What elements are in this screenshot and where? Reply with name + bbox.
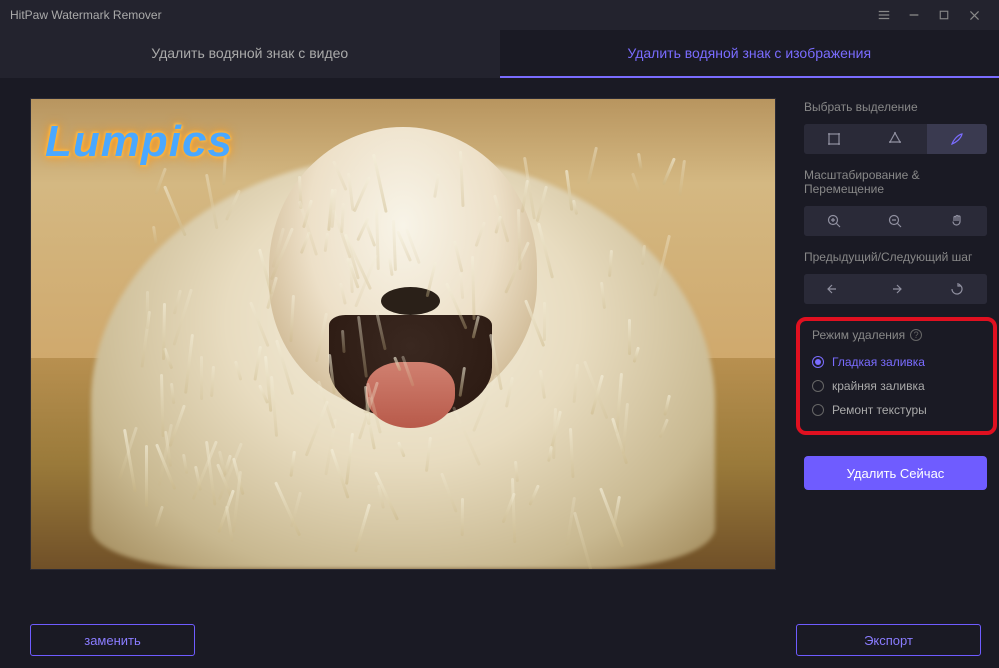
mode-option-texture[interactable]: Ремонт текстуры: [812, 398, 979, 422]
menu-icon[interactable]: [869, 0, 899, 30]
loaded-image: [31, 99, 775, 569]
radio-icon: [812, 380, 824, 392]
sidebar: Выбрать выделение Масштабирование & Пере…: [794, 78, 999, 618]
rect-select-icon[interactable]: [804, 124, 864, 154]
reset-icon[interactable]: [927, 274, 987, 304]
titlebar: HitPaw Watermark Remover: [0, 0, 999, 30]
selection-tools: [804, 124, 987, 154]
mode-title-text: Режим удаления: [812, 328, 905, 342]
radio-icon: [812, 404, 824, 416]
mode-option-label: Ремонт текстуры: [832, 403, 927, 417]
zoom-in-icon[interactable]: [804, 206, 864, 236]
mode-title: Режим удаления ?: [812, 328, 979, 342]
undo-icon[interactable]: [804, 274, 864, 304]
brush-select-icon[interactable]: [927, 124, 987, 154]
mode-option-label: Гладкая заливка: [832, 355, 925, 369]
removal-mode-section: Режим удаления ? Гладкая заливка крайняя…: [804, 320, 987, 432]
main-tabs: Удалить водяной знак с видео Удалить вод…: [0, 30, 999, 78]
redo-icon[interactable]: [865, 274, 925, 304]
lasso-select-icon[interactable]: [865, 124, 925, 154]
zoom-out-icon[interactable]: [865, 206, 925, 236]
footer: заменить Экспорт: [0, 618, 999, 662]
close-icon[interactable]: [959, 0, 989, 30]
zoom-label: Масштабирование & Перемещение: [804, 168, 987, 196]
radio-icon: [812, 356, 824, 368]
history-label: Предыдущий/Следующий шаг: [804, 250, 987, 264]
zoom-tools: [804, 206, 987, 236]
mode-option-edge[interactable]: крайняя заливка: [812, 374, 979, 398]
pan-hand-icon[interactable]: [927, 206, 987, 236]
help-icon[interactable]: ?: [910, 329, 922, 341]
selection-label: Выбрать выделение: [804, 100, 987, 114]
tab-image[interactable]: Удалить водяной знак с изображения: [500, 30, 999, 78]
maximize-icon[interactable]: [929, 0, 959, 30]
mode-option-smooth[interactable]: Гладкая заливка: [812, 350, 979, 374]
minimize-icon[interactable]: [899, 0, 929, 30]
history-tools: [804, 274, 987, 304]
replace-button[interactable]: заменить: [30, 624, 195, 656]
remove-now-button[interactable]: Удалить Сейчас: [804, 456, 987, 490]
mode-option-label: крайняя заливка: [832, 379, 925, 393]
image-canvas[interactable]: Lumpics: [30, 98, 776, 570]
canvas-area: Lumpics: [0, 78, 794, 618]
watermark-text: Lumpics: [45, 117, 233, 167]
export-button[interactable]: Экспорт: [796, 624, 981, 656]
tab-video[interactable]: Удалить водяной знак с видео: [0, 30, 500, 78]
app-title: HitPaw Watermark Remover: [10, 8, 869, 22]
